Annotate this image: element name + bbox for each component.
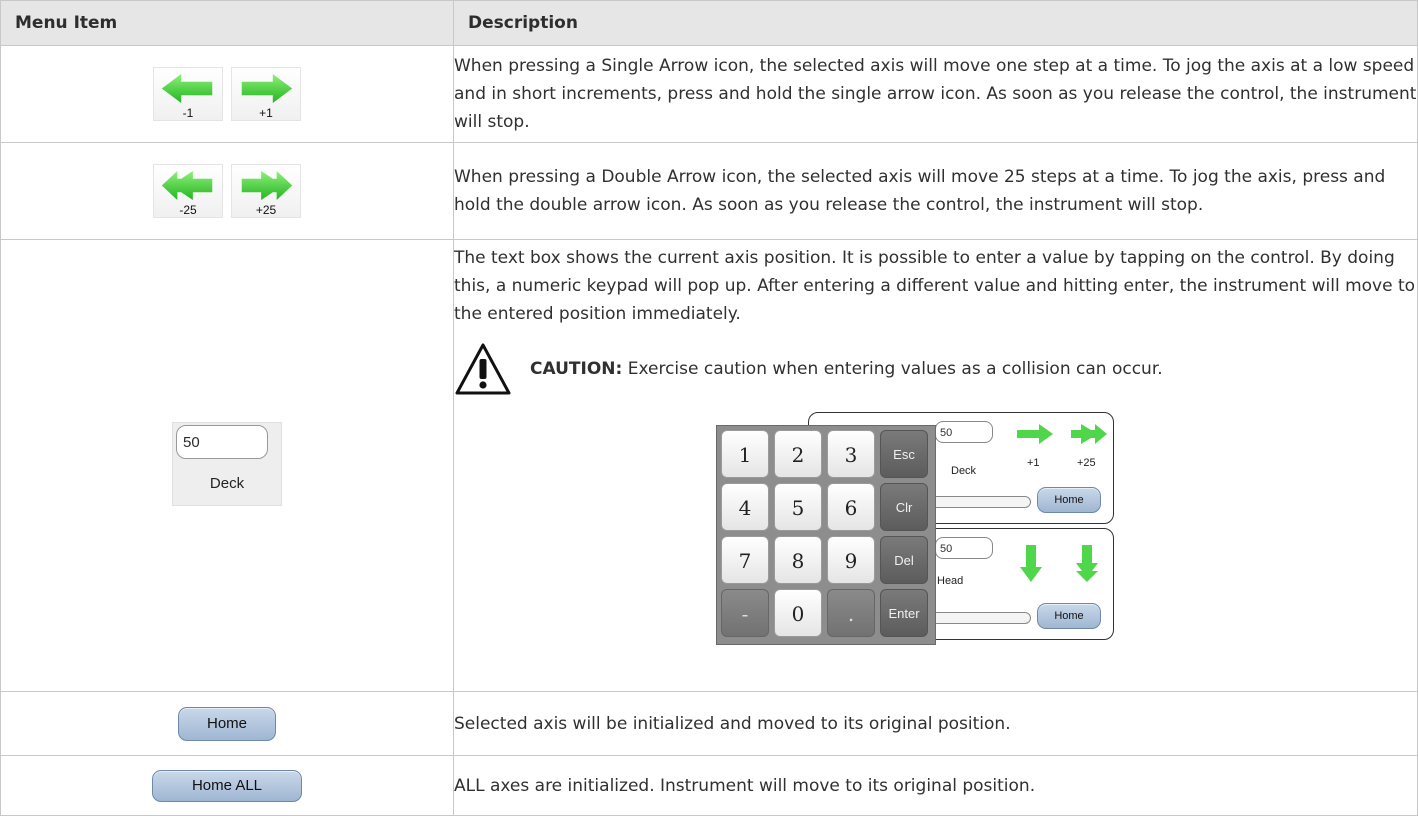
header-menu-item: Menu Item bbox=[0, 0, 454, 46]
jog-plus-1-button[interactable]: +1 bbox=[231, 67, 301, 121]
caution-text: CAUTION: Exercise caution when entering … bbox=[530, 355, 1163, 383]
keypad-key-minus[interactable]: - bbox=[721, 589, 769, 637]
keypad-key-esc[interactable]: Esc bbox=[880, 430, 928, 478]
keypad-key-5[interactable]: 5 bbox=[774, 483, 822, 531]
single-left-arrow-icon bbox=[161, 73, 213, 104]
menu-item-cell: 50 Deck bbox=[0, 239, 454, 692]
description-cell: When pressing a Double Arrow icon, the s… bbox=[453, 142, 1418, 240]
deck-field-label: Deck bbox=[951, 465, 977, 477]
description-cell: The text box shows the current axis posi… bbox=[453, 239, 1418, 692]
jog-plus-25-label: +25 bbox=[255, 203, 277, 217]
double-left-arrow-icon bbox=[161, 170, 213, 201]
menu-item-cell: Home bbox=[0, 691, 454, 756]
deck-position-label: Deck bbox=[209, 474, 245, 492]
home-button[interactable]: Home bbox=[178, 706, 276, 741]
keypad-key-3[interactable]: 3 bbox=[827, 430, 875, 478]
description-cell: When pressing a Single Arrow icon, the s… bbox=[453, 45, 1418, 143]
keypad-key-enter[interactable]: Enter bbox=[880, 589, 928, 637]
deck-position-input[interactable]: 50 bbox=[176, 424, 268, 459]
keypad-figure: 50 Deck +1 +25 Home 50 Head Home 1 2 3 E… bbox=[716, 412, 1136, 648]
double-down-arrow-icon bbox=[1076, 545, 1098, 582]
table-row: -25 +25 When pressing a Double Arrow ico… bbox=[0, 142, 1418, 240]
jog-plus-1-label: +1 bbox=[259, 106, 273, 120]
keypad-key-dot[interactable]: . bbox=[827, 589, 875, 637]
jog-minus-1-label: -1 bbox=[182, 106, 194, 120]
keypad-key-9[interactable]: 9 bbox=[827, 536, 875, 584]
table-row: 50 Deck The text box shows the current a… bbox=[0, 239, 1418, 692]
keypad-key-7[interactable]: 7 bbox=[721, 536, 769, 584]
deck-plus25-label: +25 bbox=[1077, 457, 1096, 469]
jog-minus-25-label: -25 bbox=[179, 203, 197, 217]
menu-item-cell: -1 +1 bbox=[0, 45, 454, 143]
table-row: Home Selected axis will be initialized a… bbox=[0, 691, 1418, 756]
description-cell: ALL axes are initialized. Instrument wil… bbox=[453, 755, 1418, 816]
home-all-button[interactable]: Home ALL bbox=[152, 769, 302, 802]
menu-items-table: Menu Item Description -1 +1 When pressin… bbox=[0, 0, 1418, 816]
single-right-arrow-icon bbox=[1017, 424, 1053, 444]
keypad-key-8[interactable]: 8 bbox=[774, 536, 822, 584]
numeric-keypad: 1 2 3 Esc 4 5 6 Clr 7 8 9 Del - 0 . Ente… bbox=[716, 425, 936, 645]
deck-field[interactable]: 50 bbox=[935, 421, 993, 443]
table-header-row: Menu Item Description bbox=[0, 0, 1418, 46]
double-right-arrow-icon bbox=[241, 170, 293, 201]
head-home-button[interactable]: Home bbox=[1037, 603, 1101, 629]
double-right-arrow-icon bbox=[1071, 424, 1107, 444]
jog-minus-1-button[interactable]: -1 bbox=[153, 67, 223, 121]
jog-minus-25-button[interactable]: -25 bbox=[153, 164, 223, 218]
caution-label: CAUTION: bbox=[530, 359, 623, 379]
head-field-label: Head bbox=[937, 575, 964, 587]
single-right-arrow-icon bbox=[241, 73, 293, 104]
deck-position-widget: 50 Deck bbox=[172, 421, 282, 506]
deck-plus1-label: +1 bbox=[1027, 457, 1040, 469]
keypad-key-2[interactable]: 2 bbox=[774, 430, 822, 478]
jog-plus-25-button[interactable]: +25 bbox=[231, 164, 301, 218]
description-text: The text box shows the current axis posi… bbox=[454, 248, 1416, 324]
down-arrow-icon bbox=[1020, 545, 1042, 582]
keypad-key-del[interactable]: Del bbox=[880, 536, 928, 584]
caution-message: Exercise caution when entering values as… bbox=[627, 359, 1163, 379]
table-row: -1 +1 When pressing a Single Arrow icon,… bbox=[0, 45, 1418, 143]
table-row: Home ALL ALL axes are initialized. Instr… bbox=[0, 755, 1418, 816]
single-arrow-pair: -1 +1 bbox=[153, 67, 301, 121]
keypad-key-clr[interactable]: Clr bbox=[880, 483, 928, 531]
menu-item-cell: Home ALL bbox=[0, 755, 454, 816]
head-field[interactable]: 50 bbox=[935, 537, 993, 559]
deck-home-button[interactable]: Home bbox=[1037, 487, 1101, 513]
warning-triangle-icon bbox=[455, 343, 511, 395]
description-cell: Selected axis will be initialized and mo… bbox=[453, 691, 1418, 756]
keypad-key-4[interactable]: 4 bbox=[721, 483, 769, 531]
double-arrow-pair: -25 +25 bbox=[153, 164, 301, 218]
menu-item-cell: -25 +25 bbox=[0, 142, 454, 240]
keypad-key-0[interactable]: 0 bbox=[774, 589, 822, 637]
keypad-key-6[interactable]: 6 bbox=[827, 483, 875, 531]
header-description: Description bbox=[453, 0, 1418, 46]
keypad-key-1[interactable]: 1 bbox=[721, 430, 769, 478]
caution-note: CAUTION: Exercise caution when entering … bbox=[454, 342, 1417, 396]
